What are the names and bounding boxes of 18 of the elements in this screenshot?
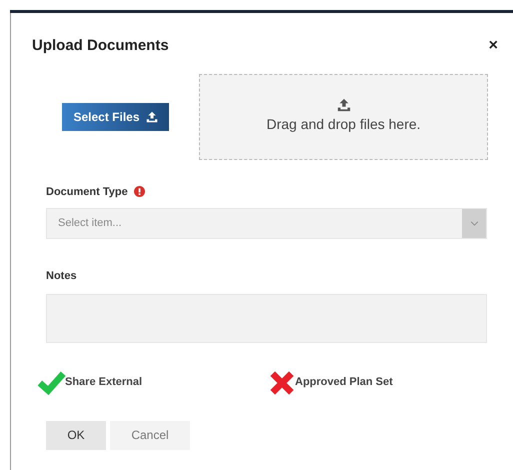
option-label: Share External xyxy=(65,375,142,390)
upload-icon xyxy=(146,110,158,122)
close-button[interactable]: × xyxy=(488,38,498,54)
chevron-down-icon xyxy=(470,221,478,226)
notes-field[interactable] xyxy=(46,294,487,342)
field-label: Notes xyxy=(46,269,78,284)
cancel-button[interactable]: Cancel xyxy=(110,420,190,450)
select-files-button[interactable]: Select Files xyxy=(62,102,169,130)
drop-zone[interactable]: Drag and drop files here. xyxy=(199,74,488,160)
field-label: Document Type xyxy=(46,184,128,200)
ok-button[interactable]: OK xyxy=(46,420,106,450)
upload-icon xyxy=(336,98,350,112)
dialog-title: Upload Documents xyxy=(32,36,169,56)
option-label: Approved Plan Set xyxy=(295,375,393,390)
cross-icon[interactable] xyxy=(268,368,296,396)
select-placeholder: Select item... xyxy=(57,216,122,232)
checkmark-icon[interactable] xyxy=(38,368,66,396)
drop-zone-text: Drag and drop files here. xyxy=(266,115,421,134)
